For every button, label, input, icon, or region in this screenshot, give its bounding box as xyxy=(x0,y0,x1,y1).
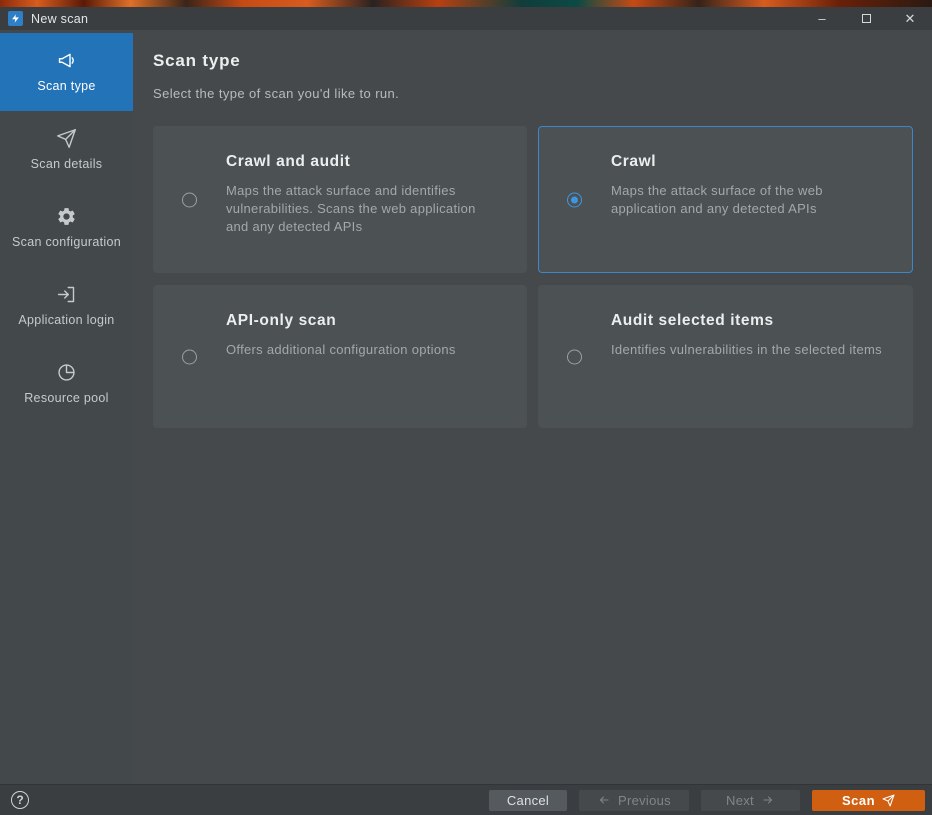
pie-chart-icon xyxy=(56,362,77,383)
background-app-strip xyxy=(0,0,932,7)
radio-crawl-and-audit[interactable] xyxy=(182,192,197,207)
sidebar-item-label: Scan configuration xyxy=(12,234,121,251)
maximize-box xyxy=(862,14,871,23)
page-subtitle: Select the type of scan you'd like to ru… xyxy=(153,86,913,101)
cancel-button-label: Cancel xyxy=(507,793,549,808)
option-description: Maps the attack surface of the web appli… xyxy=(611,182,883,218)
option-text: Crawl Maps the attack surface of the web… xyxy=(611,127,899,218)
window-title: New scan xyxy=(31,12,88,26)
option-text: Audit selected items Identifies vulnerab… xyxy=(611,286,899,359)
previous-button[interactable]: Previous xyxy=(579,790,689,811)
sidebar-item-application-login[interactable]: Application login xyxy=(0,267,133,345)
window-controls: – ✕ xyxy=(800,7,932,30)
dialog-body: Scan type Scan details Scan configu xyxy=(0,30,932,784)
option-text: API-only scan Offers additional configur… xyxy=(226,286,514,359)
help-icon[interactable]: ? xyxy=(11,791,29,809)
sidebar-item-label: Scan details xyxy=(31,156,103,173)
option-text: Crawl and audit Maps the attack surface … xyxy=(226,127,514,237)
scan-type-options: Crawl and audit Maps the attack surface … xyxy=(153,126,913,428)
sidebar-item-label: Resource pool xyxy=(24,390,109,407)
send-icon xyxy=(56,128,77,149)
radio-crawl[interactable] xyxy=(567,192,582,207)
page-title: Scan type xyxy=(153,51,913,71)
option-card-api-only-scan[interactable]: API-only scan Offers additional configur… xyxy=(153,285,527,428)
option-title: Crawl xyxy=(611,153,899,171)
option-description: Maps the attack surface and identifies v… xyxy=(226,182,498,237)
option-title: Crawl and audit xyxy=(226,153,514,171)
sidebar-item-scan-details[interactable]: Scan details xyxy=(0,111,133,189)
burp-lightning-icon xyxy=(8,11,23,26)
close-icon[interactable]: ✕ xyxy=(888,7,932,30)
option-card-crawl[interactable]: Crawl Maps the attack surface of the web… xyxy=(538,126,913,273)
radio-api-only-scan[interactable] xyxy=(182,349,197,364)
option-title: API-only scan xyxy=(226,312,514,330)
login-icon xyxy=(56,284,77,305)
main-panel: Scan type Select the type of scan you'd … xyxy=(133,30,932,784)
scan-button-label: Scan xyxy=(842,793,875,808)
gear-icon xyxy=(56,206,77,227)
footer-bar: ? Cancel Previous Next S xyxy=(0,784,932,815)
radio-audit-selected-items[interactable] xyxy=(567,349,582,364)
option-description: Offers additional configuration options xyxy=(226,341,498,359)
maximize-icon[interactable] xyxy=(844,7,888,30)
sidebar-item-label: Application login xyxy=(18,312,114,329)
option-card-audit-selected-items[interactable]: Audit selected items Identifies vulnerab… xyxy=(538,285,913,428)
megaphone-icon xyxy=(56,50,77,71)
option-card-crawl-and-audit[interactable]: Crawl and audit Maps the attack surface … xyxy=(153,126,527,273)
sidebar-item-scan-type[interactable]: Scan type xyxy=(0,33,133,111)
wizard-sidebar: Scan type Scan details Scan configu xyxy=(0,30,133,784)
option-title: Audit selected items xyxy=(611,312,899,330)
minimize-icon[interactable]: – xyxy=(800,7,844,30)
sidebar-item-resource-pool[interactable]: Resource pool xyxy=(0,345,133,423)
title-bar: New scan – ✕ xyxy=(0,7,932,30)
cancel-button[interactable]: Cancel xyxy=(489,790,567,811)
next-button-label: Next xyxy=(726,793,754,808)
scan-button[interactable]: Scan xyxy=(812,790,925,811)
option-description: Identifies vulnerabilities in the select… xyxy=(611,341,883,359)
arrow-right-icon xyxy=(761,794,775,806)
sidebar-item-label: Scan type xyxy=(37,78,95,95)
new-scan-window: New scan – ✕ Scan type xyxy=(0,0,932,815)
next-button[interactable]: Next xyxy=(701,790,800,811)
previous-button-label: Previous xyxy=(618,793,671,808)
arrow-left-icon xyxy=(597,794,611,806)
sidebar-item-scan-configuration[interactable]: Scan configuration xyxy=(0,189,133,267)
send-icon xyxy=(882,794,895,807)
